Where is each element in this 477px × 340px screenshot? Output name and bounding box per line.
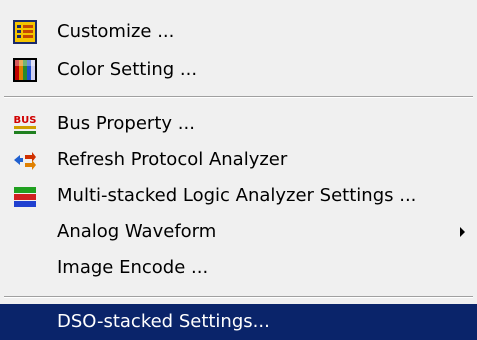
menu-separator bbox=[4, 296, 473, 298]
context-menu: Customize ... Color Setting ... BUS Bus … bbox=[0, 0, 477, 340]
bus-icon-text: BUS bbox=[14, 115, 37, 126]
menu-item-refresh-protocol-analyzer[interactable]: Refresh Protocol Analyzer bbox=[0, 142, 477, 178]
menu-item-label: Refresh Protocol Analyzer bbox=[57, 149, 288, 170]
menu-item-label: Image Encode ... bbox=[57, 257, 209, 278]
menu-item-label: Color Setting ... bbox=[57, 59, 198, 80]
menu-item-dso-stacked-settings[interactable]: DSO-stacked Settings... bbox=[0, 304, 477, 340]
menu-item-label: Bus Property ... bbox=[57, 113, 195, 134]
menu-item-color-setting[interactable]: Color Setting ... bbox=[0, 52, 477, 88]
menu-item-label: Analog Waveform bbox=[57, 221, 217, 242]
submenu-arrow-icon bbox=[460, 227, 465, 237]
multi-stacked-icon bbox=[14, 187, 36, 207]
customize-list-icon bbox=[13, 20, 37, 44]
bus-icon: BUS bbox=[14, 115, 37, 134]
menu-item-image-encode[interactable]: Image Encode ... bbox=[0, 250, 477, 286]
menu-separator bbox=[4, 96, 473, 98]
menu-item-label: DSO-stacked Settings... bbox=[57, 311, 270, 332]
menu-item-label: Multi-stacked Logic Analyzer Settings ..… bbox=[57, 185, 417, 206]
menu-item-analog-waveform[interactable]: Analog Waveform bbox=[0, 214, 477, 250]
menu-item-multi-stacked-settings[interactable]: Multi-stacked Logic Analyzer Settings ..… bbox=[0, 178, 477, 214]
menu-item-label: Customize ... bbox=[57, 21, 175, 42]
color-palette-icon bbox=[13, 58, 37, 82]
menu-item-customize[interactable]: Customize ... bbox=[0, 14, 477, 50]
refresh-protocol-icon bbox=[14, 152, 36, 170]
menu-item-bus-property[interactable]: BUS Bus Property ... bbox=[0, 106, 477, 142]
